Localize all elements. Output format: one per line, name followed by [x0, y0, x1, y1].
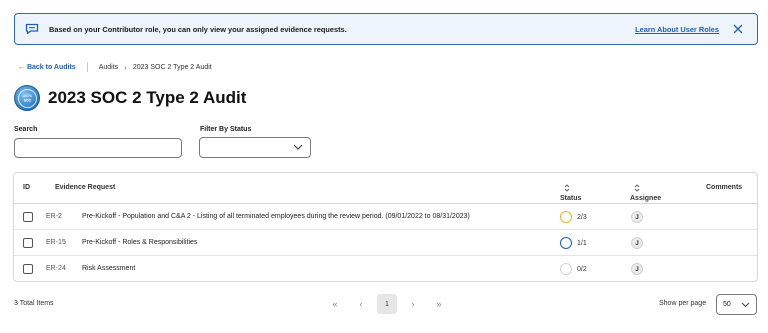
chevron-down-icon — [293, 143, 303, 151]
row-status: 0/2 — [560, 263, 587, 275]
table-row[interactable]: ER-2 Pre-Kickoff - Population and C&A 2 … — [14, 204, 757, 230]
column-header-assignee[interactable]: Assignee — [630, 184, 661, 202]
close-icon[interactable] — [733, 24, 743, 34]
search-label: Search — [14, 126, 38, 133]
table-header: ID Evidence Request Status Assignee Comm… — [14, 173, 757, 204]
status-count: 1/1 — [577, 239, 587, 247]
assignee-avatar[interactable]: J — [631, 263, 643, 275]
back-to-audits-link[interactable]: ← Back to Audits — [18, 64, 76, 71]
row-id: ER-15 — [46, 239, 66, 246]
column-header-id: ID — [23, 184, 30, 191]
status-progress-icon — [560, 263, 572, 275]
table-row[interactable]: ER-24 Risk Assessment 0/2 J — [14, 256, 757, 282]
row-status: 1/1 — [560, 237, 587, 249]
breadcrumb: ← Back to Audits Audits › 2023 SOC 2 Typ… — [18, 62, 212, 72]
status-count: 0/2 — [577, 265, 587, 273]
column-header-status-label: Status — [560, 195, 582, 202]
filter-status-label: Filter By Status — [200, 126, 252, 133]
chevron-down-icon — [741, 301, 750, 308]
breadcrumb-item-current: 2023 SOC 2 Type 2 Audit — [132, 63, 212, 71]
status-filter-select[interactable] — [199, 137, 311, 158]
row-id: ER-2 — [46, 213, 62, 220]
column-header-assignee-label: Assignee — [630, 195, 662, 202]
role-info-banner: Based on your Contributor role, you can … — [14, 13, 758, 45]
status-count: 2/3 — [577, 213, 587, 221]
row-checkbox[interactable] — [23, 264, 33, 274]
status-progress-icon — [560, 237, 572, 249]
next-page-icon[interactable]: › — [403, 294, 423, 314]
first-page-icon[interactable]: « — [325, 294, 345, 314]
assignee-avatar[interactable]: J — [631, 237, 643, 249]
breadcrumb-item-audits[interactable]: Audits — [99, 64, 118, 71]
search-input[interactable] — [14, 138, 182, 158]
breadcrumb-divider — [86, 62, 88, 72]
page-header: AICPA SOC 2023 SOC 2 Type 2 Audit — [14, 85, 246, 111]
learn-about-user-roles-link[interactable]: Learn About User Roles — [635, 25, 719, 34]
table-row[interactable]: ER-15 Pre-Kickoff - Roles & Responsibili… — [14, 230, 757, 256]
status-progress-icon — [560, 211, 572, 223]
row-evidence-request[interactable]: Pre-Kickoff - Roles & Responsibilities — [82, 239, 197, 246]
chevron-right-icon: › — [124, 62, 127, 72]
row-evidence-request[interactable]: Risk Assessment — [82, 265, 135, 272]
last-page-icon[interactable]: » — [429, 294, 449, 314]
banner-message: Based on your Contributor role, you can … — [49, 24, 347, 34]
previous-page-icon[interactable]: ‹ — [351, 294, 371, 314]
per-page-value: 50 — [723, 301, 731, 308]
message-icon — [25, 23, 39, 35]
row-checkbox[interactable] — [23, 238, 33, 248]
sort-icon — [564, 184, 570, 192]
aicpa-soc-logo: AICPA SOC — [14, 85, 40, 111]
show-per-page-label: Show per page — [659, 300, 707, 307]
row-status: 2/3 — [560, 211, 587, 223]
row-id: ER-24 — [46, 265, 66, 272]
total-items: 3 Total Items — [14, 300, 54, 307]
page-number-current[interactable]: 1 — [377, 294, 397, 314]
column-header-comments: Comments — [706, 184, 743, 191]
evidence-requests-table: ID Evidence Request Status Assignee Comm… — [13, 172, 758, 282]
column-header-evidence-request: Evidence Request — [55, 184, 116, 191]
per-page-select[interactable]: 50 — [716, 294, 757, 315]
pagination: « ‹ 1 › » — [325, 294, 455, 314]
assignee-avatar[interactable]: J — [631, 211, 643, 223]
svg-text:SOC: SOC — [23, 99, 31, 103]
row-checkbox[interactable] — [23, 212, 33, 222]
svg-text:AICPA: AICPA — [22, 94, 32, 98]
sort-icon — [634, 184, 640, 192]
page-title: 2023 SOC 2 Type 2 Audit — [48, 88, 247, 107]
column-header-status[interactable]: Status — [560, 184, 581, 202]
row-evidence-request[interactable]: Pre-Kickoff - Population and C&A 2 - Lis… — [82, 213, 470, 220]
